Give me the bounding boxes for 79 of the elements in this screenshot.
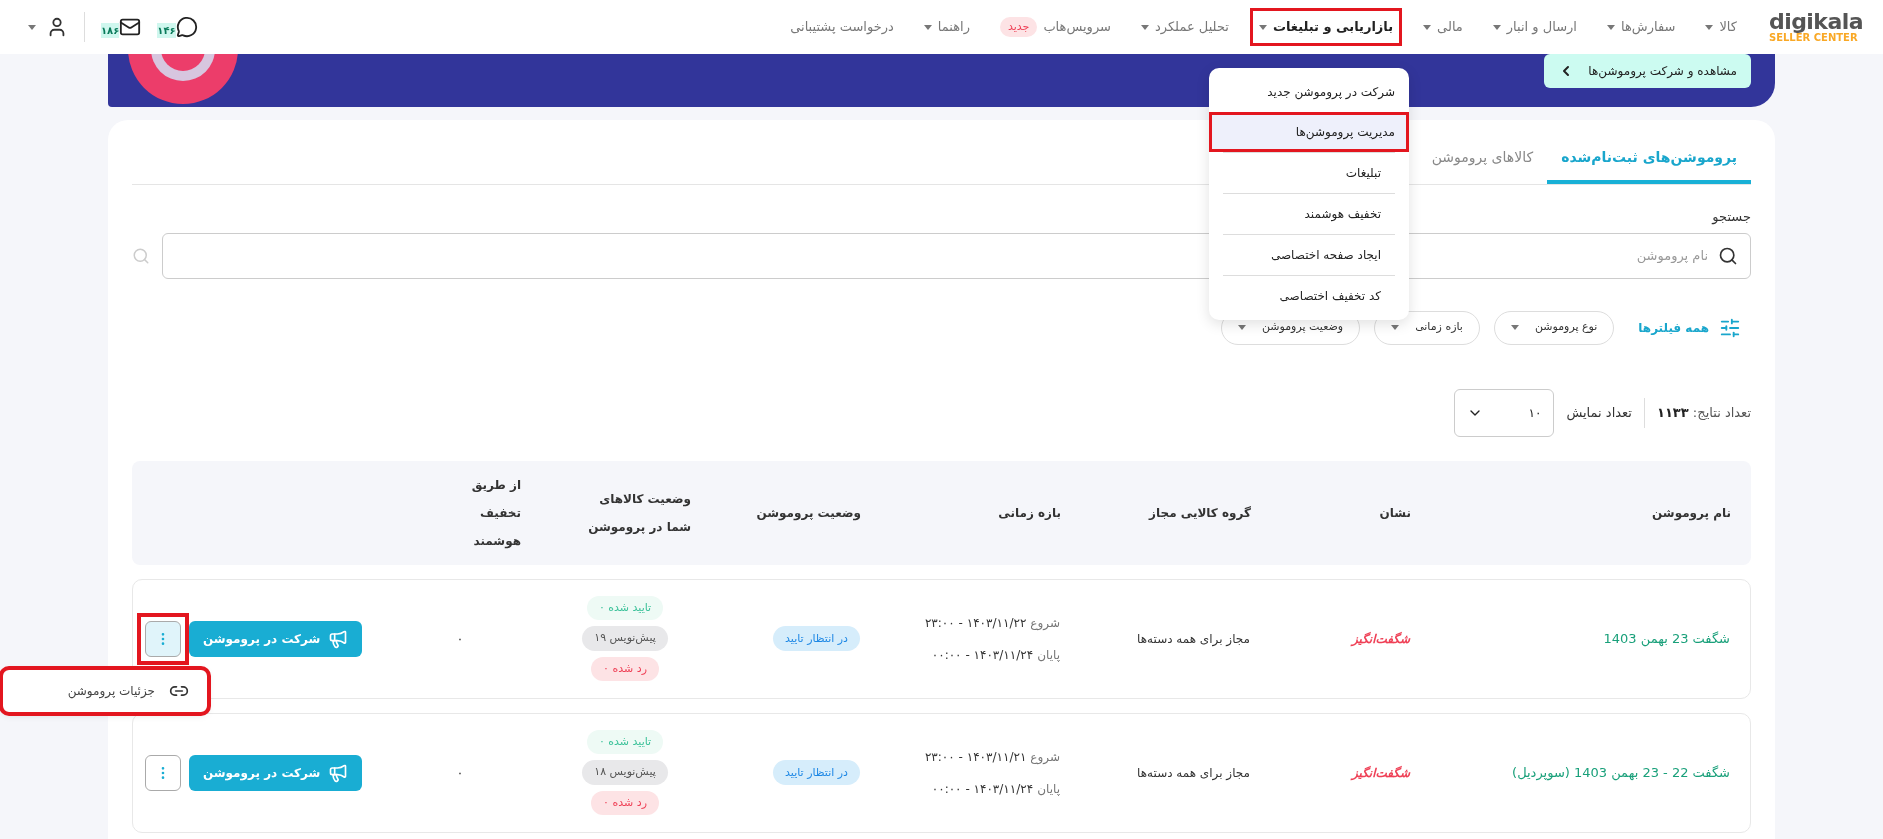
promotion-badge-label: شگفت‌انگیز [1351,631,1410,646]
item-status-chip: تایید شده ۰ [586,595,664,621]
caret-icon [1140,24,1149,30]
nav-menu-item[interactable]: کالا [1699,11,1743,43]
dropdown-menu-item[interactable]: کد تخفیف اختصاصی [1223,276,1395,316]
column-header: بازه زمانی [997,504,1061,522]
table-cell: مجاز برای همه دسته‌ها [1137,631,1250,646]
caret-icon [28,24,36,30]
caret-icon [1391,325,1400,330]
nav-menu-item[interactable]: مالی [1417,11,1469,43]
item-status-chip: پیش‌نویس ۱۹ [582,626,668,651]
dropdown-menu-item[interactable]: شرکت در پروموشن جدید [1209,72,1409,112]
nav-menu-item[interactable]: بازاریابی و تبلیغات [1252,11,1400,43]
search-input[interactable]: نام پروموشن [1568,245,1708,266]
column-header: نشان [1378,504,1411,522]
sliders-icon [1719,316,1741,339]
start-label: شروع [1030,748,1060,766]
dropdown-menu-item[interactable]: تبلیغات [1223,153,1395,193]
search-icon[interactable] [132,246,150,265]
promotion-name[interactable]: شگفت 22 - 23 بهمن 1403 (سوپردیل) [1512,764,1730,780]
search-label: جستجو [1712,208,1751,227]
caret-icon [1423,24,1432,30]
nav-menu-item[interactable]: سرویس‌هاب جدید [993,10,1117,44]
tab[interactable]: پروموشن‌های ثبت‌نام‌شده [1547,134,1751,184]
item-status-chip: رد شده ۰ [591,656,659,682]
end-label: پایان [1037,780,1060,798]
logo-wordmark[interactable]: digikala [1768,11,1863,33]
item-status-chip: پیش‌نویس ۱۸ [582,760,668,785]
caret-icon [923,24,932,30]
table-cell-text: ۰ [456,630,464,648]
search-icon [1718,245,1738,266]
column-header: از طریق تخفیف هوشمند [470,476,521,551]
nav-menu-item[interactable]: تحلیل عملکرد [1134,11,1235,43]
start-date: ۱۴۰۳/۱۱/۲۱ - ۲۳:۰۰ [924,748,1027,766]
all-filters-button[interactable]: همه فیلترها [1628,316,1751,339]
column-header: وضعیت کالاهای شما در پروموشن [587,490,691,537]
page-size-label: تعداد نمایش [1566,403,1632,423]
view-promotions-button[interactable]: مشاهده و شرکت پروموشن‌ها [1544,54,1751,88]
caret-icon [1705,24,1714,30]
column-header: وضعیت پروموشن [755,504,861,523]
dropdown-menu-item[interactable]: تخفیف هوشمند [1223,194,1395,234]
join-promotion-button[interactable]: شرکت در پروموشن [189,754,363,791]
page-size-select[interactable]: ۱۰ [1454,388,1555,437]
nav-menu-item[interactable]: سفارش‌ها [1600,11,1682,43]
table-cell-text: ۰ [456,764,464,782]
dropdown-menu-item[interactable]: ایجاد صفحه اختصاصی [1223,235,1395,275]
join-promotion-button[interactable]: شرکت در پروموشن [189,620,363,657]
caret-icon [1510,325,1519,330]
column-header: نام پروموشن [1651,504,1731,523]
caret-icon [1606,24,1615,30]
start-date: ۱۴۰۳/۱۱/۲۲ - ۲۳:۰۰ [924,614,1027,632]
logo-subtitle: SELLER CENTER [1768,33,1858,43]
status-chip: در انتظار تایید [773,760,860,786]
start-label: شروع [1030,614,1060,632]
column-header: گروه کالایی مجاز [1147,504,1251,523]
results-label: تعداد نتایج: ۱۱۳۳ [1656,403,1751,422]
nav-menu-item[interactable]: راهنما [917,11,976,43]
end-label: پایان [1037,646,1060,664]
new-badge: جدید [999,16,1038,38]
promotion-name[interactable]: شگفت 23 بهمن 1403 [1603,630,1730,646]
caret-icon [1492,24,1501,30]
nav-menu-item[interactable]: درخواست پشتیبانی [784,11,900,43]
status-chip: در انتظار تایید [773,626,860,652]
end-date: ۱۴۰۳/۱۱/۲۴ - ۰۰:۰۰ [931,780,1034,798]
megaphone-icon [328,628,349,649]
item-status-chip: تایید شده ۰ [586,729,664,755]
caret-icon [1258,24,1267,30]
table-cell: مجاز برای همه دسته‌ها [1137,765,1250,780]
nav-menu-item[interactable]: ارسال و انبار [1486,11,1583,43]
megaphone-icon [328,762,349,783]
more-options-button[interactable] [145,620,181,657]
tab[interactable]: کالاهای پروموشن [1417,134,1548,184]
item-status-chip: رد شده ۰ [591,790,659,816]
caret-icon [1237,325,1246,330]
dropdown-menu-item[interactable]: مدیریت پروموشن‌ها [1209,112,1409,152]
end-date: ۱۴۰۳/۱۱/۲۴ - ۰۰:۰۰ [931,646,1034,664]
promotion-badge-label: شگفت‌انگیز [1351,765,1410,780]
menu-item[interactable]: جزئیات پروموشن [3,669,207,712]
more-options-button[interactable] [145,754,181,791]
